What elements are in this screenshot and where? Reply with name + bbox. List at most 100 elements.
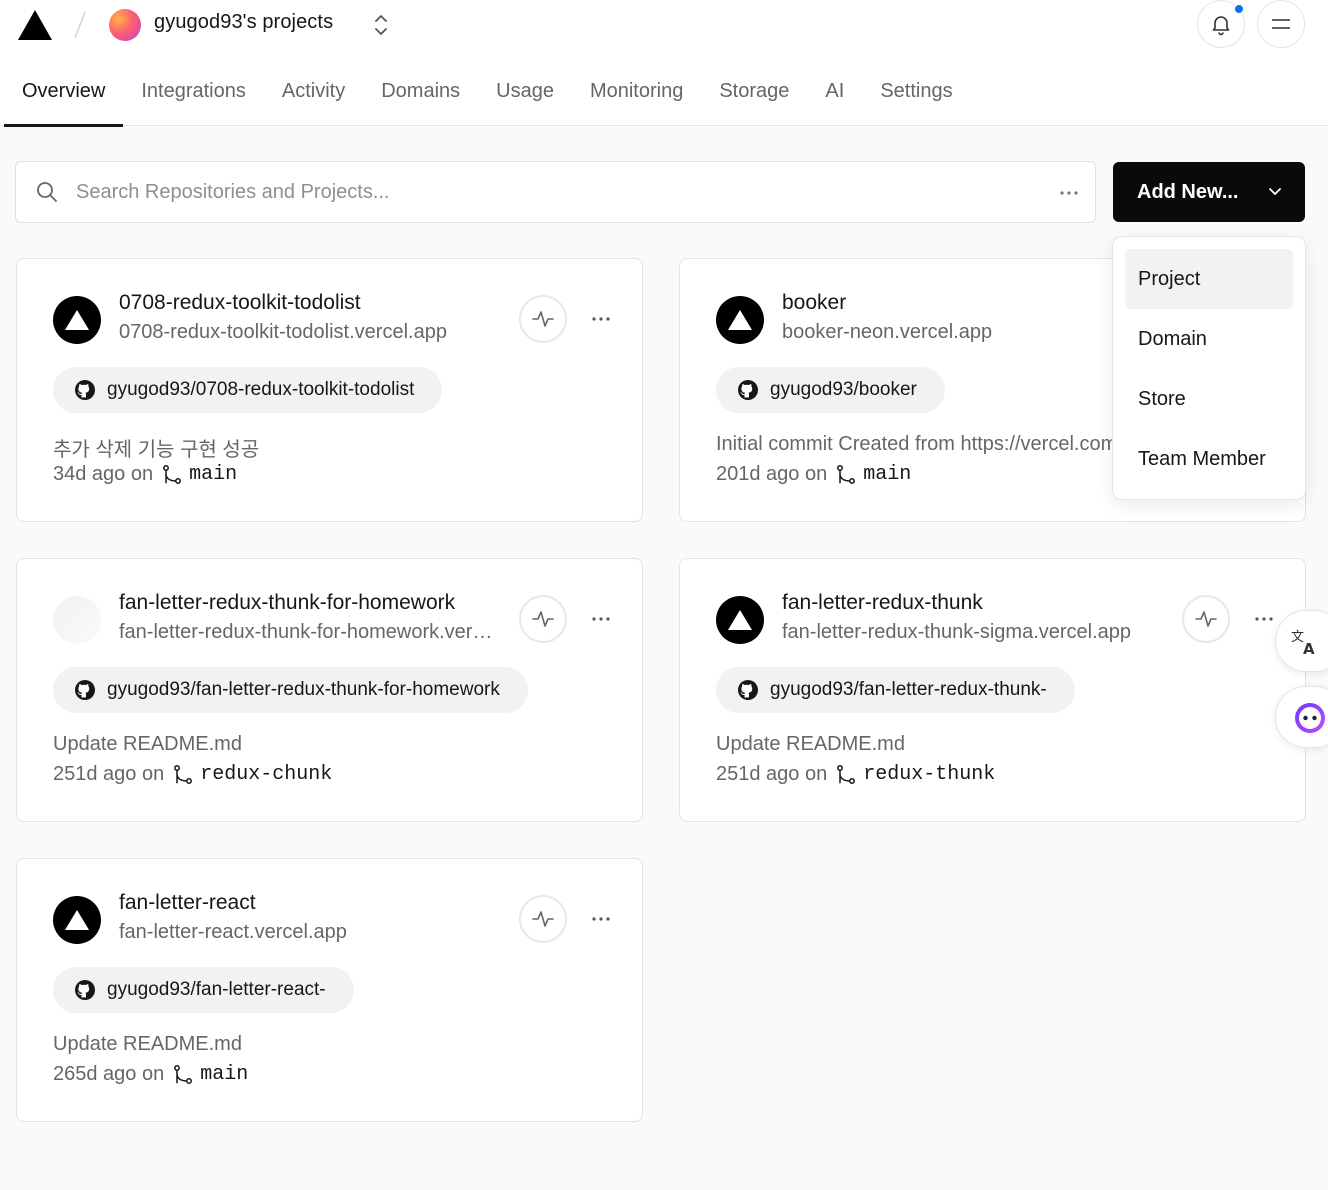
- project-avatar: [716, 596, 764, 644]
- ellipsis-icon[interactable]: [589, 607, 613, 631]
- branch-name[interactable]: redux-thunk: [863, 763, 995, 786]
- repo-name: gyugod93/booker: [770, 379, 917, 400]
- deploy-meta: 251d ago on redux-thunk: [716, 763, 995, 786]
- project-name[interactable]: fan-letter-redux-thunk: [782, 591, 983, 615]
- search-bar: [15, 161, 1096, 223]
- menu-item-team-member[interactable]: Team Member: [1125, 429, 1293, 489]
- tab-monitoring[interactable]: Monitoring: [572, 66, 701, 126]
- team-name[interactable]: gyugod93's projects: [154, 11, 333, 34]
- activity-pulse-icon: [532, 311, 554, 327]
- github-icon: [75, 380, 95, 400]
- vercel-triangle-icon: [728, 610, 752, 630]
- tab-ai[interactable]: AI: [807, 66, 862, 126]
- assistant-icon: [1295, 703, 1325, 733]
- project-card[interactable]: 0708-redux-toolkit-todolist 0708-redux-t…: [16, 258, 643, 522]
- vercel-logo-icon[interactable]: [16, 8, 54, 42]
- tab-integrations[interactable]: Integrations: [123, 66, 264, 126]
- notification-dot: [1233, 3, 1245, 15]
- search-icon: [37, 182, 57, 202]
- menu-item-store[interactable]: Store: [1125, 369, 1293, 429]
- project-name[interactable]: booker: [782, 291, 846, 315]
- repo-name: gyugod93/fan-letter-redux-thunk-for-home…: [107, 679, 500, 700]
- deploy-age: 251d ago on: [716, 763, 828, 785]
- project-card[interactable]: fan-letter-redux-thunk-for-homework fan-…: [16, 558, 643, 822]
- vercel-triangle-icon: [65, 310, 89, 330]
- activity-pulse-icon: [532, 611, 554, 627]
- deploy-meta: 201d ago on main: [716, 463, 911, 486]
- git-branch-icon: [837, 764, 856, 784]
- branch-name[interactable]: main: [863, 463, 911, 486]
- repo-badge[interactable]: gyugod93/fan-letter-redux-thunk-: [716, 667, 1075, 713]
- deploy-age: 34d ago on: [53, 463, 154, 485]
- commit-message[interactable]: Update README.md: [53, 1033, 613, 1056]
- team-avatar[interactable]: [109, 9, 141, 41]
- repo-badge[interactable]: gyugod93/fan-letter-react-: [53, 967, 354, 1013]
- search-input[interactable]: [76, 174, 1036, 210]
- activity-button[interactable]: [1182, 595, 1230, 643]
- ellipsis-icon[interactable]: [589, 907, 613, 931]
- bell-icon: [1212, 16, 1230, 36]
- project-name[interactable]: fan-letter-react: [119, 891, 256, 915]
- repo-badge[interactable]: gyugod93/fan-letter-redux-thunk-for-home…: [53, 667, 528, 713]
- branch-name[interactable]: redux-chunk: [200, 763, 332, 786]
- deploy-age: 201d ago on: [716, 463, 828, 485]
- deploy-age: 265d ago on: [53, 1063, 165, 1085]
- activity-pulse-icon: [1195, 611, 1217, 627]
- menu-button[interactable]: [1257, 0, 1305, 48]
- repo-name: gyugod93/fan-letter-react-: [107, 979, 326, 1000]
- project-avatar: [716, 296, 764, 344]
- tab-settings[interactable]: Settings: [862, 66, 970, 126]
- project-avatar: [53, 296, 101, 344]
- branch-name[interactable]: main: [200, 1063, 248, 1086]
- git-branch-icon: [163, 464, 182, 484]
- tab-domains[interactable]: Domains: [363, 66, 478, 126]
- project-card[interactable]: fan-letter-react fan-letter-react.vercel…: [16, 858, 643, 1122]
- github-icon: [738, 380, 758, 400]
- project-url[interactable]: fan-letter-redux-thunk-sigma.vercel.app: [782, 621, 1162, 644]
- project-name[interactable]: fan-letter-redux-thunk-for-homework: [119, 591, 455, 615]
- project-url[interactable]: fan-letter-redux-thunk-for-homework.verc…: [119, 621, 499, 644]
- svg-text:A: A: [1303, 640, 1315, 657]
- branch-name[interactable]: main: [189, 463, 237, 486]
- project-name[interactable]: 0708-redux-toolkit-todolist: [119, 291, 361, 315]
- translate-button[interactable]: 文 A: [1275, 610, 1328, 672]
- activity-button[interactable]: [519, 295, 567, 343]
- menu-item-project[interactable]: Project: [1125, 249, 1293, 309]
- repo-badge[interactable]: gyugod93/0708-redux-toolkit-todolist: [53, 367, 443, 413]
- repo-name: gyugod93/fan-letter-redux-thunk-: [770, 679, 1047, 700]
- activity-button[interactable]: [519, 595, 567, 643]
- hamburger-icon: [1272, 19, 1290, 29]
- vercel-triangle-icon: [65, 910, 89, 930]
- tab-overview[interactable]: Overview: [4, 66, 124, 127]
- ellipsis-icon[interactable]: [589, 307, 613, 331]
- vercel-triangle-icon: [728, 310, 752, 330]
- ellipsis-icon[interactable]: [1057, 181, 1081, 205]
- repo-badge[interactable]: gyugod93/booker: [716, 367, 945, 413]
- nav-tabs: Overview Integrations Activity Domains U…: [4, 66, 971, 127]
- add-new-button[interactable]: Add New...: [1113, 162, 1305, 222]
- tab-usage[interactable]: Usage: [478, 66, 572, 126]
- deploy-meta: 251d ago on redux-chunk: [53, 763, 332, 786]
- project-url[interactable]: 0708-redux-toolkit-todolist.vercel.app: [119, 321, 499, 344]
- project-card[interactable]: fan-letter-redux-thunk fan-letter-redux-…: [679, 558, 1306, 822]
- project-avatar: [53, 896, 101, 944]
- activity-button[interactable]: [519, 895, 567, 943]
- tab-storage[interactable]: Storage: [701, 66, 807, 126]
- deploy-meta: 34d ago on main: [53, 463, 237, 486]
- github-icon: [75, 680, 95, 700]
- chevron-up-down-icon[interactable]: [370, 12, 392, 38]
- project-url[interactable]: booker-neon.vercel.app: [782, 321, 1162, 344]
- menu-item-domain[interactable]: Domain: [1125, 309, 1293, 369]
- add-new-menu: Project Domain Store Team Member: [1112, 236, 1306, 500]
- ellipsis-icon[interactable]: [1252, 607, 1276, 631]
- activity-pulse-icon: [532, 911, 554, 927]
- commit-message[interactable]: Update README.md: [53, 733, 613, 756]
- add-new-label: Add New...: [1137, 180, 1239, 203]
- github-icon: [738, 680, 758, 700]
- breadcrumb-separator: [74, 11, 86, 39]
- commit-message[interactable]: 추가 삭제 기능 구현 성공: [53, 433, 613, 462]
- commit-message[interactable]: Update README.md: [716, 733, 1276, 756]
- project-url[interactable]: fan-letter-react.vercel.app: [119, 921, 499, 944]
- tab-activity[interactable]: Activity: [264, 66, 363, 126]
- assistant-button[interactable]: [1275, 686, 1328, 748]
